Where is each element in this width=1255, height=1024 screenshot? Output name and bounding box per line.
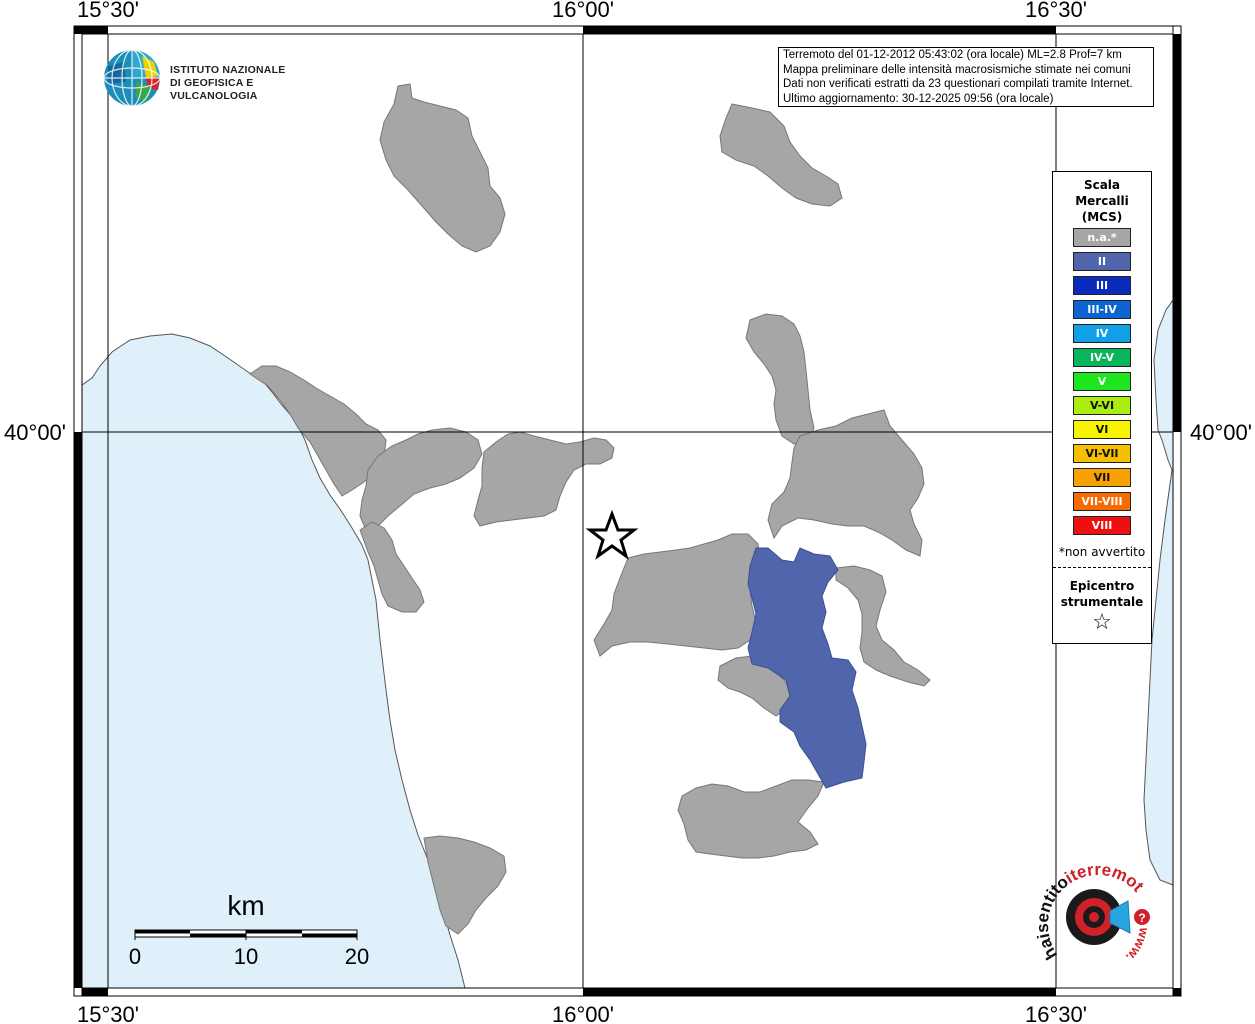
legend-item: III-IV [1073, 300, 1131, 319]
scale-unit: km [227, 890, 264, 921]
scale-tick-20: 20 [345, 944, 369, 969]
legend-epicentre-1: Epicentro [1069, 579, 1135, 593]
lon-label-top-3: 16°30' [1025, 0, 1087, 22]
legend-item: VII [1073, 468, 1131, 487]
ingv-name-line2: DI GEOFISICA E VULCANOLOGIA [170, 77, 258, 102]
scale-tick-10: 10 [234, 944, 258, 969]
ingv-name: ISTITUTO NAZIONALE DI GEOFISICA E VULCAN… [170, 64, 320, 103]
legend-title: Scala Mercalli (MCS) [1053, 177, 1151, 225]
frame-ticks-top [73, 25, 1182, 35]
info-line-1: Terremoto del 01-12-2012 05:43:02 (ora l… [783, 49, 1122, 61]
legend-item: V [1073, 372, 1131, 391]
lat-label-right: 40°00' [1190, 420, 1252, 445]
lon-label-bottom-1: 15°30' [77, 1002, 139, 1024]
lon-label-top-2: 16°00' [552, 0, 614, 22]
haisentito-logo: haisentitoiterremoto.it www. ? [1028, 855, 1152, 965]
frame-ticks-bottom [73, 987, 1182, 997]
lon-label-bottom-3: 16°30' [1025, 1002, 1087, 1024]
legend-title-2: Mercalli [1075, 194, 1129, 208]
lat-label-left: 40°00' [4, 420, 66, 445]
legend-item: VIII [1073, 516, 1131, 535]
lon-label-top-1: 15°30' [77, 0, 139, 22]
legend-item: V-VI [1073, 396, 1131, 415]
legend-note: *non avvertito [1058, 545, 1146, 559]
legend-item: VI-VII [1073, 444, 1131, 463]
legend-title-1: Scala [1083, 178, 1121, 192]
lon-label-bottom-2: 16°00' [552, 1002, 614, 1024]
ingv-logo: ISTITUTO NAZIONALE DI GEOFISICA E VULCAN… [100, 48, 320, 110]
legend-item: III [1073, 276, 1131, 295]
ingv-name-line1: ISTITUTO NAZIONALE [170, 64, 286, 76]
legend-epicentre-2: strumentale [1060, 595, 1144, 609]
legend-item: VI [1073, 420, 1131, 439]
info-line-2: Mappa preliminare delle intensità macros… [783, 63, 1131, 76]
legend-separator [1053, 567, 1151, 568]
event-info-box: Terremoto del 01-12-2012 05:43:02 (ora l… [778, 47, 1154, 107]
legend-item: n.a.* [1073, 228, 1131, 247]
info-line-4: Ultimo aggiornamento: 30-12-2025 09:56 (… [783, 92, 1054, 105]
legend-title-3: (MCS) [1081, 210, 1123, 224]
frame-ticks-right [1172, 25, 1182, 997]
info-line-3: Dati non verificati estratti da 23 quest… [783, 78, 1133, 90]
legend-item: II [1073, 252, 1131, 271]
legend-item: IV-V [1073, 348, 1131, 367]
legend-item: IV [1073, 324, 1131, 343]
frame-ticks-left [73, 25, 83, 997]
mcs-legend: Scala Mercalli (MCS) n.a.* II III III-IV IV I… [1052, 171, 1152, 644]
star-icon: ☆ [1092, 610, 1112, 635]
scale-tick-0: 0 [129, 944, 141, 969]
globe-icon [103, 49, 161, 107]
svg-text:?: ? [1138, 911, 1145, 925]
legend-item: VII-VIII [1073, 492, 1131, 511]
legend-epicentre: Epicentro strumentale [1053, 578, 1151, 610]
